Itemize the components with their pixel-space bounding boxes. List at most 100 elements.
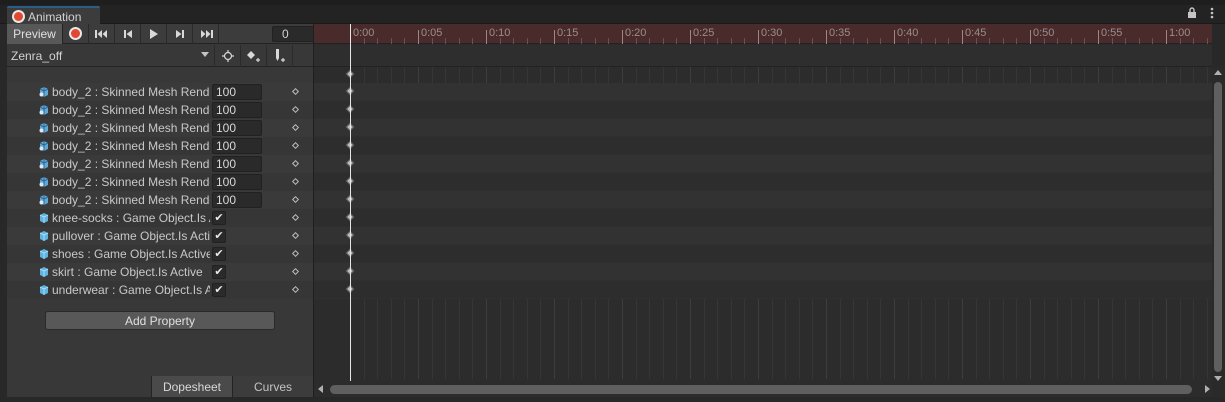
property-checkbox[interactable]: ✔: [212, 247, 226, 261]
clip-dropdown[interactable]: Zenra_off: [7, 44, 215, 67]
property-checkbox[interactable]: ✔: [212, 283, 226, 297]
scroll-right-icon[interactable]: [1205, 385, 1210, 393]
track-row[interactable]: [314, 209, 1212, 227]
next-keyframe-button[interactable]: [167, 23, 193, 44]
ruler-minor-tick: [635, 38, 637, 44]
track-row[interactable]: [314, 101, 1212, 119]
track-row[interactable]: [314, 227, 1212, 245]
property-row[interactable]: body_2 : Skinned Mesh Renderer100: [7, 191, 313, 209]
property-row[interactable]: body_2 : Skinned Mesh Renderer100: [7, 137, 313, 155]
ruler-minor-tick: [866, 38, 868, 44]
first-keyframe-button[interactable]: [89, 23, 115, 44]
property-row[interactable]: pullover : Game Object.Is Active ✔: [7, 227, 313, 245]
add-keyframe-button[interactable]: [241, 44, 267, 67]
lock-icon[interactable]: [1187, 7, 1197, 22]
ruler-minor-tick: [1125, 38, 1127, 44]
track-row[interactable]: [314, 281, 1212, 299]
track-row[interactable]: [314, 173, 1212, 191]
track-row[interactable]: [314, 263, 1212, 281]
property-label: knee-socks : Game Object.Is Active: [52, 211, 210, 225]
window-tab-bar: Animation: [0, 5, 1225, 25]
ruler-minor-tick: [404, 38, 406, 44]
tab-animation[interactable]: Animation: [7, 6, 100, 25]
property-row[interactable]: body_2 : Skinned Mesh Renderer100: [7, 155, 313, 173]
track-row[interactable]: [314, 119, 1212, 137]
ruler-minor-tick: [567, 38, 569, 44]
playhead[interactable]: [350, 24, 351, 384]
scroll-up-icon[interactable]: [1214, 70, 1222, 75]
add-event-button[interactable]: [267, 44, 293, 67]
track-row[interactable]: [314, 137, 1212, 155]
add-property-button[interactable]: Add Property: [45, 311, 275, 330]
property-value-field[interactable]: 100: [212, 174, 262, 190]
track-row[interactable]: [314, 191, 1212, 209]
keyframe-toggle-icon[interactable]: [291, 285, 300, 294]
time-ruler[interactable]: 0:00 0:05 0:10 0:15 0:20 0:25 0:30 0:35 0:40 0:45…: [314, 24, 1212, 44]
track-row[interactable]: [314, 83, 1212, 101]
keyframe-toggle-icon[interactable]: [291, 213, 300, 222]
property-row[interactable]: body_2 : Skinned Mesh Renderer100: [7, 119, 313, 137]
property-row[interactable]: shoes : Game Object.Is Active ✔: [7, 245, 313, 263]
ruler-minor-tick: [1179, 38, 1181, 44]
ruler-major-tick: [622, 30, 623, 44]
property-value-field[interactable]: 100: [212, 102, 262, 118]
property-value-field[interactable]: 100: [212, 84, 262, 100]
dopesheet-timeline[interactable]: 0:00 0:05 0:10 0:15 0:20 0:25 0:30 0:35 0:40 0:45…: [314, 24, 1212, 397]
horizontal-scroll-thumb[interactable]: [330, 385, 1192, 394]
scroll-down-icon[interactable]: [1214, 376, 1222, 381]
ruler-minor-tick: [540, 38, 542, 44]
vertical-scroll-thumb[interactable]: [1214, 82, 1222, 372]
property-row[interactable]: body_2 : Skinned Mesh Renderer100: [7, 173, 313, 191]
track-row[interactable]: [314, 245, 1212, 263]
scroll-left-icon[interactable]: [318, 385, 323, 393]
property-checkbox[interactable]: ✔: [212, 265, 226, 279]
property-row[interactable]: knee-socks : Game Object.Is Active✔: [7, 209, 313, 227]
track-row[interactable]: [314, 155, 1212, 173]
tab-dopesheet[interactable]: Dopesheet: [151, 376, 232, 397]
property-value-field[interactable]: 100: [212, 138, 262, 154]
playback-toolbar: Preview 0: [7, 23, 316, 44]
kebab-menu-icon[interactable]: [1207, 7, 1217, 22]
last-keyframe-button[interactable]: [193, 23, 219, 44]
skinned-mesh-icon: [38, 158, 50, 170]
keyframe-toggle-icon[interactable]: [291, 249, 300, 258]
game-object-icon: [38, 266, 50, 278]
ruler-minor-tick: [744, 38, 746, 44]
property-checkbox[interactable]: ✔: [212, 211, 226, 225]
play-button[interactable]: [141, 23, 167, 44]
preview-button[interactable]: Preview: [7, 23, 63, 44]
ruler-minor-tick: [458, 38, 460, 44]
ruler-minor-tick: [1138, 38, 1140, 44]
ruler-minor-tick: [581, 38, 583, 44]
keyframe-toggle-icon[interactable]: [291, 177, 300, 186]
property-value-field[interactable]: 100: [212, 156, 262, 172]
frame-input[interactable]: 0: [272, 26, 316, 42]
property-label: body_2 : Skinned Mesh Renderer: [52, 193, 210, 207]
property-row[interactable]: underwear : Game Object.Is Active✔: [7, 281, 313, 299]
property-row[interactable]: body_2 : Skinned Mesh Renderer100: [7, 101, 313, 119]
prev-keyframe-button[interactable]: [115, 23, 141, 44]
tab-animation-label: Animation: [28, 9, 82, 24]
property-row[interactable]: skirt : Game Object.Is Active ✔: [7, 263, 313, 281]
record-button[interactable]: [63, 23, 89, 44]
keyframe-toggle-icon[interactable]: [291, 267, 300, 276]
tab-curves[interactable]: Curves: [232, 376, 313, 397]
horizontal-scrollbar[interactable]: [314, 381, 1212, 397]
ruler-minor-tick: [649, 38, 651, 44]
property-checkbox[interactable]: ✔: [212, 229, 226, 243]
ruler-minor-tick: [934, 38, 936, 44]
keyframe-toggle-icon[interactable]: [291, 105, 300, 114]
property-row[interactable]: body_2 : Skinned Mesh Renderer100: [7, 83, 313, 101]
property-value-field[interactable]: 100: [212, 120, 262, 136]
filter-button[interactable]: [215, 44, 241, 67]
keyframe-toggle-icon[interactable]: [291, 231, 300, 240]
keyframe-toggle-icon[interactable]: [291, 195, 300, 204]
vertical-scrollbar[interactable]: [1212, 66, 1225, 397]
ruler-minor-tick: [1043, 38, 1045, 44]
keyframe-toggle-icon[interactable]: [291, 159, 300, 168]
keyframe-toggle-icon[interactable]: [291, 141, 300, 150]
step-forward-icon: [175, 29, 184, 38]
property-value-field[interactable]: 100: [212, 192, 262, 208]
keyframe-toggle-icon[interactable]: [291, 87, 300, 96]
keyframe-toggle-icon[interactable]: [291, 123, 300, 132]
